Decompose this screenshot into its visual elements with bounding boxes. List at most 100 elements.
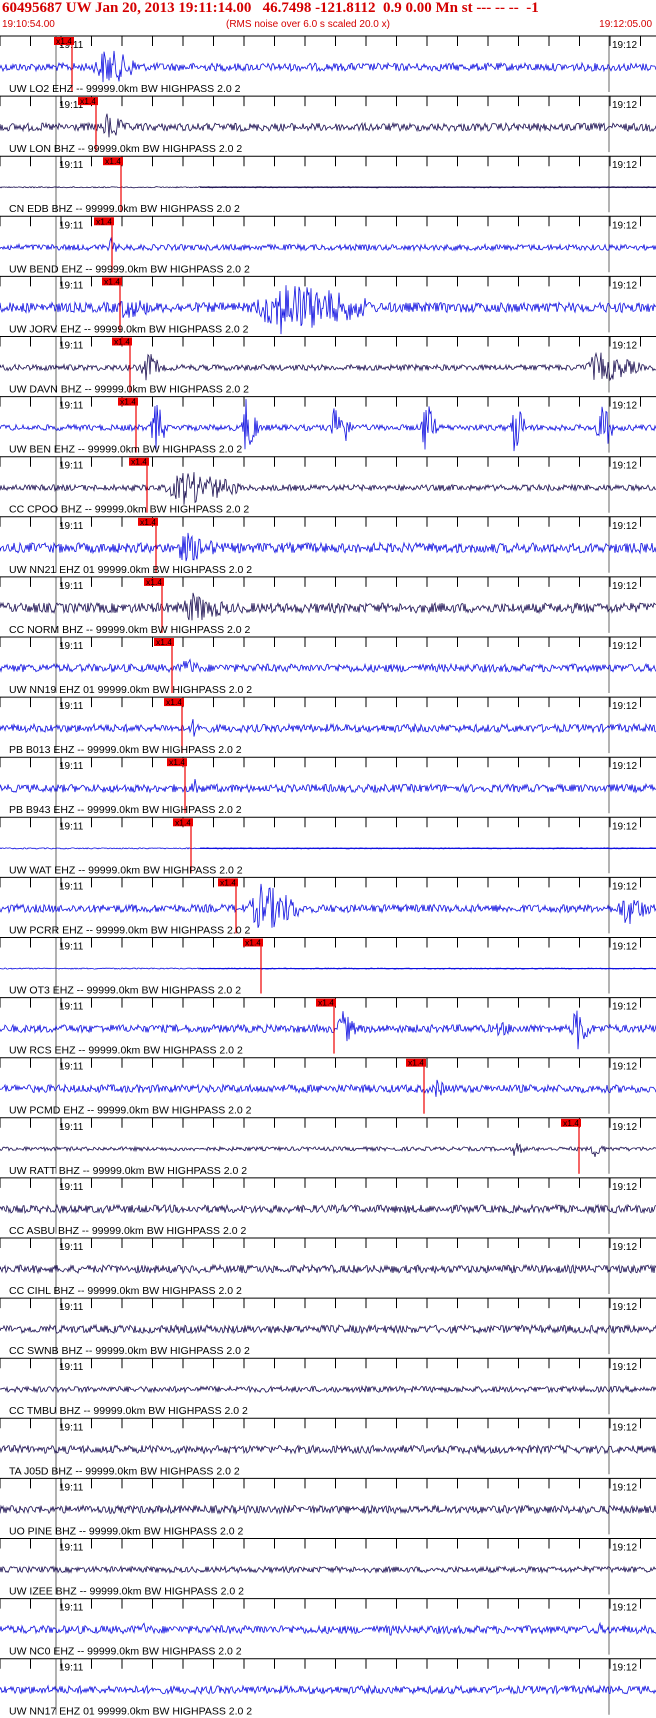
start-time: 19:10:54.00: [2, 19, 55, 30]
trace-panel: 19:11 19:12 x1.4 UW NN21 EHZ 01 99999.0km B…: [0, 516, 656, 576]
station-label: UW LO2 EHZ -- 99999.0km BW HIGHPASS 2.0 …: [9, 83, 241, 95]
scale-note: (RMS noise over 6.0 s scaled 20.0 x): [226, 19, 390, 30]
time-label-left: 19:11: [59, 581, 84, 592]
time-label-right: 19:12: [612, 761, 637, 772]
pick-label: x1.4: [56, 36, 72, 46]
trace-panel: 19:11 19:12 x1.4 UW OT3 EHZ -- 99999.0km BW…: [0, 937, 656, 997]
time-label-right: 19:12: [612, 881, 637, 892]
station-label: CC SWNB BHZ -- 99999.0km BW HIGHPASS 2.0…: [9, 1345, 250, 1357]
time-label-left: 19:11: [59, 761, 84, 772]
pick-label: x1.4: [408, 1058, 424, 1068]
trace-panel: 19:11 19:12 x1.4 CC CPOO BHZ -- 99999.0km B…: [0, 456, 656, 516]
station-label: UW BEND EHZ -- 99999.0km BW HIGHPASS 2.0…: [9, 263, 250, 275]
time-label-right: 19:12: [612, 160, 637, 171]
time-label-left: 19:11: [59, 280, 84, 291]
station-label: UW DAVN BHZ -- 99999.0km BW HIGHPASS 2.0…: [9, 384, 249, 396]
waveform-trace: [0, 658, 656, 674]
time-label-right: 19:12: [612, 1002, 637, 1013]
pick-label: x1.4: [220, 877, 236, 887]
trace-panel: 19:11 19:12 x1.4 UW PCRR EHZ -- 99999.0km B…: [0, 876, 656, 936]
time-label-right: 19:12: [612, 1663, 637, 1674]
station-label: UO PINE BHZ -- 99999.0km BW HIGHPASS 2.0…: [9, 1525, 244, 1537]
pick-label: x1.4: [166, 697, 182, 707]
station-label: CC TMBU BHZ -- 99999.0km BW HIGHPASS 2.0…: [9, 1405, 248, 1417]
time-label-left: 19:11: [59, 1482, 84, 1493]
time-label-right: 19:12: [612, 1182, 637, 1193]
trace-panel: 19:11 19:12 x1.4 UW JORV EHZ -- 99999.0km B…: [0, 275, 656, 335]
time-label-left: 19:11: [59, 1122, 84, 1133]
trace-panel: 19:11 19:12 CC ASBU BHZ -- 99999.0km BW HI…: [0, 1177, 656, 1237]
time-label-right: 19:12: [612, 1482, 637, 1493]
time-label-left: 19:11: [59, 641, 84, 652]
time-label-right: 19:12: [612, 1062, 637, 1073]
event-title: 60495687 UW Jan 20, 2013 19:11:14.00 46.…: [2, 0, 539, 16]
waveform-trace: [0, 1565, 656, 1575]
time-label-left: 19:11: [59, 1302, 84, 1313]
trace-panel: 19:11 19:12 CC CIHL BHZ -- 99999.0km BW HI…: [0, 1237, 656, 1297]
time-label-left: 19:11: [59, 1663, 84, 1674]
waveform-trace: [0, 779, 656, 794]
station-label: CC CPOO BHZ -- 99999.0km BW HIGHPASS 2.0…: [9, 504, 249, 516]
seismogram-plot: 19:11 19:12x1.4UW LO2 EHZ -- 99999.0km BW…: [0, 35, 656, 1718]
station-label: UW BEN EHZ -- 99999.0km BW HIGHPASS 2.0 …: [9, 444, 242, 456]
station-label: PB B943 EHZ -- 99999.0km BW HIGHPASS 2.0…: [9, 804, 242, 816]
trace-panel: 19:11 19:12 x1.4 CC NORM BHZ -- 99999.0km B…: [0, 576, 656, 636]
pick-label: x1.4: [105, 156, 121, 166]
trace-panel: 19:11 19:12x1.4UW LO2 EHZ -- 99999.0km BW…: [0, 35, 656, 95]
station-label: UW RCS EHZ -- 99999.0km BW HIGHPASS 2.0 …: [9, 1045, 243, 1057]
trace-panel: 19:11 19:12 x1.4 UW NN19 EHZ 01 99999.0km B…: [0, 636, 656, 696]
station-label: UW NN19 EHZ 01 99999.0km BW HIGHPASS 2.0…: [9, 684, 252, 696]
time-label-right: 19:12: [612, 280, 637, 291]
time-label-right: 19:12: [612, 942, 637, 953]
station-label: CC CIHL BHZ -- 99999.0km BW HIGHPASS 2.0…: [9, 1285, 242, 1297]
time-label-left: 19:11: [59, 1543, 84, 1554]
waveform-trace: [0, 1684, 656, 1696]
station-label: CN EDB BHZ -- 99999.0km BW HIGHPASS 2.0 …: [9, 203, 240, 215]
trace-panel: 19:11 19:12 UW NC0 EHZ -- 99999.0km BW HIG…: [0, 1598, 656, 1658]
trace-panel: 19:11 19:12 x1.4 UW PCMD EHZ -- 99999.0km B…: [0, 1057, 656, 1117]
time-label-right: 19:12: [612, 1543, 637, 1554]
waveform-trace: [0, 883, 656, 928]
waveform-trace: [0, 1203, 656, 1215]
trace-panel: 19:11 19:12 UO PINE BHZ -- 99999.0km BW HI…: [0, 1477, 656, 1537]
trace-panel: 19:11 19:12 x1.4 PB B013 EHZ -- 99999.0km B…: [0, 696, 656, 756]
time-label-right: 19:12: [612, 641, 637, 652]
pick-label: x1.4: [156, 637, 172, 647]
station-label: UW PCMD EHZ -- 99999.0km BW HIGHPASS 2.0…: [9, 1105, 252, 1117]
waveform-trace: [0, 1010, 656, 1050]
time-label-right: 19:12: [612, 521, 637, 532]
pick-label: x1.4: [140, 517, 156, 527]
time-label-right: 19:12: [612, 1422, 637, 1433]
time-label-left: 19:11: [59, 1362, 84, 1373]
waveform-trace: [0, 592, 656, 621]
station-label: CC ASBU BHZ -- 99999.0km BW HIGHPASS 2.0…: [9, 1225, 246, 1237]
station-label: UW NC0 EHZ -- 99999.0km BW HIGHPASS 2.0 …: [9, 1646, 242, 1658]
trace-panel: 19:11 19:12 UW NN17 EHZ 01 99999.0km BW HI…: [0, 1658, 656, 1718]
pick-label: x1.4: [114, 337, 130, 347]
pick-label: x1.4: [80, 96, 96, 106]
trace-panel: 19:11 19:12 x1.4 UW BEN EHZ -- 99999.0km BW…: [0, 396, 656, 456]
pick-label: x1.4: [318, 998, 334, 1008]
time-label-left: 19:11: [59, 1002, 84, 1013]
station-label: UW LON BHZ -- 99999.0km BW HIGHPASS 2.0 …: [9, 143, 242, 155]
time-label-left: 19:11: [59, 1603, 84, 1614]
trace-panel: 19:11 19:12 x1.4 UW RATT BHZ -- 99999.0km B…: [0, 1117, 656, 1177]
pick-label: x1.4: [96, 216, 112, 226]
time-label-left: 19:11: [59, 1242, 84, 1253]
station-label: CC NORM BHZ -- 99999.0km BW HIGHPASS 2.0…: [9, 624, 251, 636]
pick-label: x1.4: [120, 397, 136, 407]
station-label: UW JORV EHZ -- 99999.0km BW HIGHPASS 2.0…: [9, 323, 249, 335]
time-label-left: 19:11: [59, 401, 84, 412]
station-label: UW NN17 EHZ 01 99999.0km BW HIGHPASS 2.0…: [9, 1706, 252, 1718]
waveform-trace: [0, 113, 656, 138]
waveform-trace: [0, 236, 656, 252]
waveform-trace: [0, 1263, 656, 1275]
time-label-left: 19:11: [59, 701, 84, 712]
time-label-left: 19:11: [59, 461, 84, 472]
time-label-left: 19:11: [59, 942, 84, 953]
time-label-left: 19:11: [59, 160, 84, 171]
pick-label: x1.4: [245, 938, 261, 948]
waveform-trace: [0, 1621, 656, 1636]
time-label-right: 19:12: [612, 1242, 637, 1253]
station-label: UW WAT EHZ -- 99999.0km BW HIGHPASS 2.0 …: [9, 864, 243, 876]
